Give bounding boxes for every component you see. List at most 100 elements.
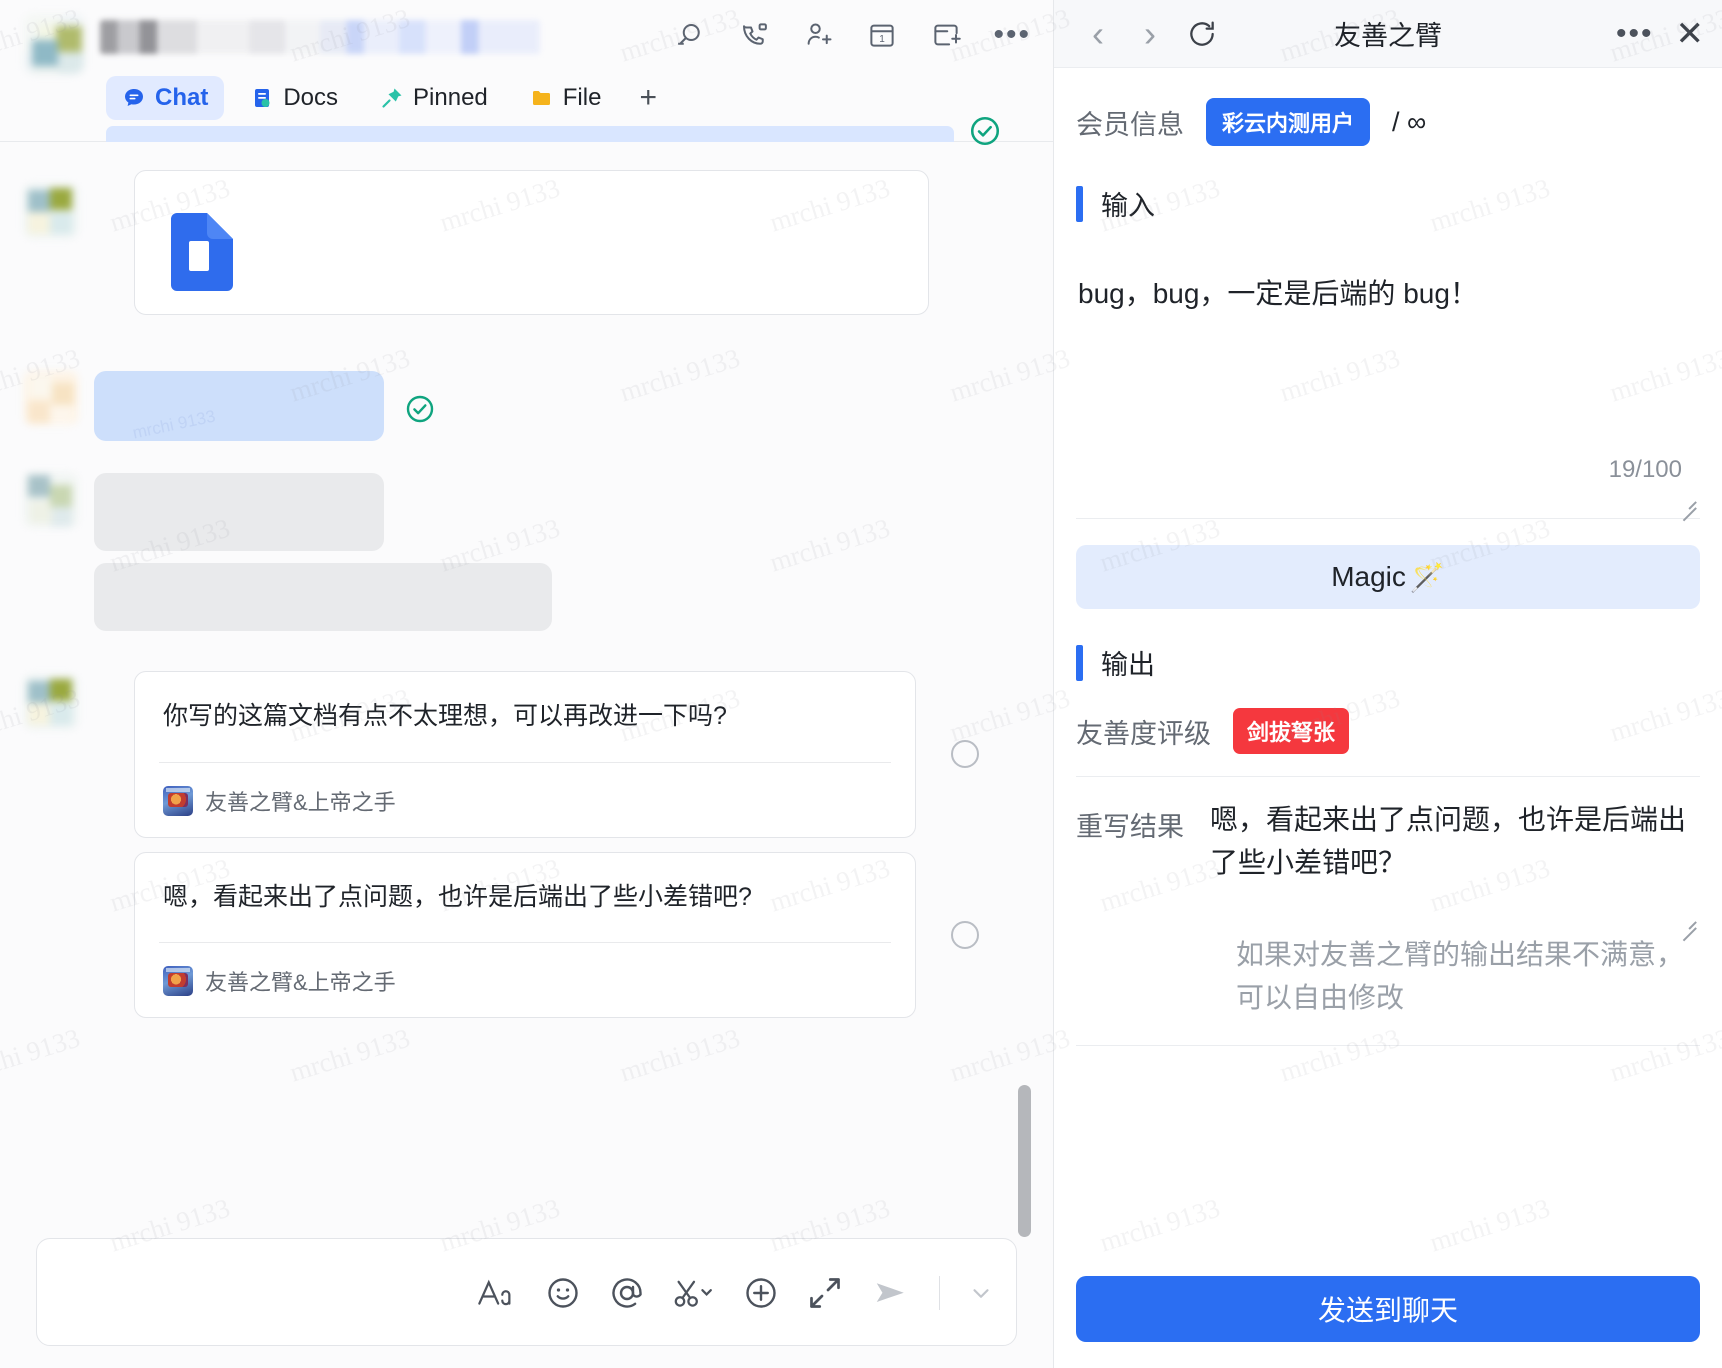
- reload-icon[interactable]: [1176, 18, 1228, 50]
- section-accent-bar: [1076, 644, 1083, 681]
- room-title-redacted: [100, 20, 540, 54]
- input-textarea-wrapper[interactable]: bug，bug，一定是后端的 bug！ 19/100: [1076, 249, 1700, 519]
- message-select-radio[interactable]: [951, 920, 979, 949]
- folder-icon: [530, 86, 554, 110]
- chat-more-button[interactable]: •••: [993, 20, 1031, 50]
- blue-doc-icon: [171, 213, 233, 291]
- add-member-icon[interactable]: [801, 18, 835, 52]
- input-section-header: 输入: [1076, 184, 1700, 223]
- magic-wand-icon: 🪄: [1409, 561, 1445, 593]
- message-row: [0, 142, 1053, 315]
- edit-output-placeholder[interactable]: 如果对友善之臂的输出结果不满意，可以自由修改: [1076, 934, 1700, 1019]
- search-icon[interactable]: [673, 18, 707, 52]
- forward-button[interactable]: ›: [1124, 15, 1176, 52]
- watermark-text: mrchi 9133: [130, 406, 218, 441]
- resize-handle[interactable]: [1676, 490, 1696, 510]
- chat-tabs: Chat Docs Pinned File +: [106, 76, 669, 120]
- chat-scrollbar[interactable]: [1018, 1085, 1031, 1237]
- tab-docs[interactable]: Docs: [234, 76, 354, 120]
- expand-icon[interactable]: [807, 1275, 843, 1311]
- tab-docs-label: Docs: [283, 84, 339, 111]
- member-info-row: 会员信息 彩云内测用户 / ∞: [1076, 68, 1700, 170]
- back-button[interactable]: ‹: [1072, 15, 1124, 52]
- message-composer[interactable]: [36, 1238, 1017, 1346]
- magic-button[interactable]: Magic 🪄: [1076, 545, 1700, 609]
- app-avatar-icon: [163, 966, 193, 996]
- send-options-chevron-icon[interactable]: [968, 1280, 994, 1306]
- tab-pinned[interactable]: Pinned: [364, 76, 504, 120]
- message-select-radio[interactable]: [951, 740, 979, 769]
- pinned-strip[interactable]: [106, 126, 954, 142]
- composer-toolbar: [477, 1239, 994, 1347]
- side-panel-more-button[interactable]: •••: [1616, 18, 1654, 48]
- add-tab-button[interactable]: +: [627, 79, 669, 117]
- char-counter: 19/100: [1608, 456, 1682, 483]
- app-root: 1 ••• Chat Docs Pinned File + mrchi 9133…: [0, 0, 1722, 1368]
- tab-pinned-label: Pinned: [413, 84, 488, 111]
- document-card[interactable]: [134, 170, 929, 315]
- magic-button-label: Magic: [1331, 561, 1406, 592]
- app-avatar-icon: [163, 785, 193, 816]
- format-text-icon[interactable]: [477, 1276, 517, 1310]
- friendliness-rating-badge: 剑拔弩张: [1233, 708, 1350, 754]
- side-panel-body: 会员信息 彩云内测用户 / ∞ 输入 bug，bug，一定是后端的 bug！ 1…: [1054, 68, 1722, 1276]
- avatar[interactable]: [24, 184, 78, 238]
- message-status-icon: [404, 393, 436, 430]
- avatar[interactable]: [24, 473, 78, 527]
- svg-text:1: 1: [880, 34, 886, 45]
- tab-file-label: File: [562, 84, 602, 111]
- card-message-text: 嗯，看起来出了点问题，也许是后端出了些小差错吧?: [163, 882, 752, 911]
- docs-icon: [250, 86, 274, 110]
- chat-header-actions: 1 •••: [673, 18, 1031, 52]
- member-info-label: 会员信息: [1076, 109, 1184, 140]
- card-app-name: 友善之臂&上帝之手: [205, 970, 396, 995]
- card-app-name: 友善之臂&上帝之手: [205, 789, 396, 815]
- video-call-icon[interactable]: [737, 18, 771, 52]
- member-badge: 彩云内测用户: [1206, 98, 1371, 146]
- tab-file[interactable]: File: [514, 76, 618, 120]
- calendar-icon[interactable]: 1: [865, 18, 899, 52]
- rewrite-result-label: 重写结果: [1076, 812, 1184, 842]
- rewrite-result-row: 重写结果 嗯，看起来出了点问题，也许是后端出了些小差错吧？: [1076, 777, 1700, 884]
- close-icon[interactable]: ✕: [1676, 17, 1705, 51]
- side-panel-footer: 发送到聊天: [1054, 1276, 1722, 1368]
- section-accent-bar: [1076, 185, 1083, 222]
- friendliness-rating-label: 友善度评级: [1076, 718, 1211, 749]
- add-panel-icon[interactable]: [929, 18, 963, 52]
- message-bubble-sent[interactable]: mrchi 9133: [94, 371, 384, 441]
- room-avatar: [24, 14, 84, 74]
- app-message-card[interactable]: 你写的这篇文档有点不太理想，可以再改进一下吗? 友善之臂&上帝之手: [134, 671, 979, 838]
- quota-separator: /: [1392, 106, 1400, 137]
- rewrite-result-value[interactable]: 嗯，看起来出了点问题，也许是后端出了些小差错吧？: [1210, 799, 1700, 884]
- resize-handle[interactable]: [1676, 910, 1696, 930]
- scissors-icon[interactable]: [673, 1275, 715, 1311]
- emoji-icon[interactable]: [545, 1275, 581, 1311]
- card-footer: 友善之臂&上帝之手: [163, 763, 887, 817]
- edit-output-textarea-wrapper[interactable]: 如果对友善之臂的输出结果不满意，可以自由修改: [1076, 934, 1700, 1047]
- message-bubble-received[interactable]: [94, 563, 552, 631]
- output-section-header: 输出: [1076, 643, 1700, 682]
- divider: [939, 1276, 940, 1310]
- message-row-sent: mrchi 9133: [0, 371, 1053, 441]
- send-to-chat-button[interactable]: 发送到聊天: [1076, 1276, 1700, 1342]
- message-row-card: 你写的这篇文档有点不太理想，可以再改进一下吗? 友善之臂&上帝之手: [0, 671, 1053, 838]
- tab-chat[interactable]: Chat: [106, 76, 225, 120]
- side-panel-header-actions: ••• ✕: [1616, 17, 1704, 51]
- member-quota: / ∞: [1392, 107, 1426, 138]
- app-message-card[interactable]: 嗯，看起来出了点问题，也许是后端出了些小差错吧? 友善之臂&上帝之手: [134, 851, 979, 1018]
- message-bubble-received[interactable]: [94, 473, 384, 551]
- card-footer: 友善之臂&上帝之手: [163, 943, 887, 997]
- mention-icon[interactable]: [609, 1275, 645, 1311]
- avatar[interactable]: [24, 371, 78, 425]
- chat-bubble-icon: [122, 86, 146, 110]
- output-section-title: 输出: [1101, 650, 1155, 680]
- input-textarea[interactable]: bug，bug，一定是后端的 bug！: [1076, 249, 1700, 315]
- message-row-received: [0, 473, 1053, 631]
- quota-value: ∞: [1407, 106, 1427, 137]
- tab-chat-label: Chat: [155, 84, 209, 111]
- add-attachment-icon[interactable]: [743, 1275, 779, 1311]
- chat-message-list[interactable]: mrchi 9133 你写的这篇文档有点不太理想，可以再改进一下吗? 友善之臂&…: [0, 142, 1053, 1218]
- avatar[interactable]: [24, 675, 78, 729]
- message-row-card: 嗯，看起来出了点问题，也许是后端出了些小差错吧? 友善之臂&上帝之手: [0, 851, 1053, 1018]
- send-icon[interactable]: [871, 1275, 911, 1311]
